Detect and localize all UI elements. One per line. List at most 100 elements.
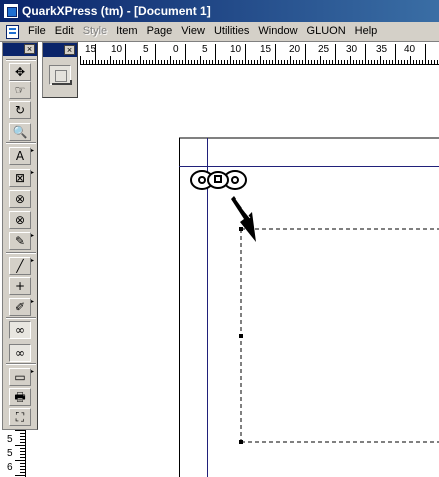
ruler-tick bbox=[425, 44, 426, 64]
ruler-tick bbox=[107, 60, 108, 64]
ruler-tick bbox=[305, 44, 306, 64]
circle-picture-box-tool-icon[interactable]: ⊗ bbox=[9, 211, 31, 229]
popout-indicator-icon: ▸ bbox=[30, 257, 34, 264]
library-palette-close-button[interactable]: × bbox=[64, 45, 75, 55]
bezier-picture-box-tool-icon[interactable]: ✎ ▸ bbox=[9, 232, 34, 250]
ruler-label: 5 bbox=[7, 434, 13, 445]
ruler-tick bbox=[341, 60, 342, 64]
line-tool-icon[interactable]: ╱ ▸ bbox=[9, 257, 34, 275]
horizontal-ruler[interactable]: 15 10 5 0 5 10 15 20 25 30 35 40 bbox=[80, 43, 439, 65]
ruler-label: 15 bbox=[260, 44, 272, 55]
library-palette-title-bar[interactable]: × bbox=[43, 43, 77, 57]
ruler-tick bbox=[377, 60, 378, 64]
rectangle-picture-box-tool-icon[interactable]: ⊠ ▸ bbox=[9, 169, 34, 187]
menu-edit[interactable]: Edit bbox=[55, 25, 74, 37]
ruler-tick bbox=[431, 60, 432, 64]
fit-tool-icon[interactable]: ⛶ bbox=[9, 408, 31, 426]
ruler-tick bbox=[434, 60, 435, 64]
ruler-tick bbox=[170, 56, 171, 64]
ruler-label: 10 bbox=[230, 44, 242, 55]
text-box-tool-icon[interactable]: A ▸ bbox=[9, 147, 34, 165]
ruler-label: 25 bbox=[318, 44, 330, 55]
vertical-ruler[interactable]: 5 5 6 bbox=[4, 430, 26, 477]
ruler-tick bbox=[359, 60, 360, 64]
ruler-tick bbox=[266, 60, 267, 64]
ruler-tick bbox=[395, 44, 396, 64]
text-box-handle[interactable] bbox=[239, 334, 243, 338]
line-tool-glyph: ╱ bbox=[16, 259, 24, 273]
orthogonal-line-tool-icon[interactable]: + bbox=[9, 277, 31, 295]
text-box-handle[interactable] bbox=[239, 227, 243, 231]
palette-separator bbox=[6, 59, 36, 61]
circle-picture-box-tool-glyph: ⊗ bbox=[14, 213, 26, 227]
ruler-tick bbox=[320, 56, 321, 64]
bezier-line-tool-icon[interactable]: ✐ ▸ bbox=[9, 298, 34, 316]
popout-indicator-icon: ▸ bbox=[30, 169, 34, 176]
ruler-tick bbox=[143, 60, 144, 64]
ruler-tick bbox=[401, 60, 402, 64]
menu-window[interactable]: Window bbox=[258, 25, 297, 37]
ruler-tick bbox=[134, 60, 135, 64]
menu-item[interactable]: Item bbox=[116, 25, 137, 37]
library-icon[interactable] bbox=[49, 65, 72, 85]
oval-picture-box-tool-icon[interactable]: ⊗ bbox=[9, 190, 31, 208]
ruler-tick bbox=[116, 60, 117, 64]
rotation-tool-glyph: ↻ bbox=[14, 103, 26, 117]
ruler-tick bbox=[254, 60, 255, 64]
ruler-tick bbox=[236, 60, 237, 64]
ruler-tick bbox=[272, 60, 273, 64]
ruler-label: 10 bbox=[111, 44, 123, 55]
text-box[interactable] bbox=[239, 227, 439, 444]
ruler-label: 40 bbox=[404, 44, 416, 55]
tool-palette-title-bar[interactable]: × bbox=[3, 43, 37, 56]
content-tool-icon[interactable]: ☞ bbox=[9, 81, 31, 99]
ruler-tick bbox=[188, 60, 189, 64]
ruler-tick bbox=[173, 60, 174, 64]
ruler-tick bbox=[167, 60, 168, 64]
ruler-tick bbox=[20, 442, 25, 443]
document-canvas[interactable] bbox=[80, 66, 439, 477]
menu-help[interactable]: Help bbox=[355, 25, 378, 37]
ruler-tick bbox=[287, 60, 288, 64]
bezier-line-tool-glyph: ✐ bbox=[14, 300, 26, 314]
ruler-tick bbox=[20, 436, 25, 437]
ruler-tick bbox=[206, 60, 207, 64]
menu-utilities[interactable]: Utilities bbox=[214, 25, 249, 37]
ruler-tick bbox=[338, 60, 339, 64]
ruler-tick bbox=[92, 60, 93, 64]
tool-palette: × ✥ ☞ ↻ 🔍 A ▸ ⊠ ▸ ⊗ ⊗ ✎ ▸ ╱ ▸ + ✐ ▸ ∞ ∞ ▭ ▸ 🖶 ⛶ bbox=[2, 42, 38, 430]
ruler-tick bbox=[329, 60, 330, 64]
ruler-tick bbox=[248, 60, 249, 64]
item-tool-icon[interactable]: ✥ bbox=[9, 63, 31, 81]
tool-palette-close-button[interactable]: × bbox=[24, 44, 35, 54]
window-title-bar[interactable]: QuarkXPress (tm) - [Document 1] bbox=[0, 0, 439, 22]
popout-indicator-icon: ▸ bbox=[30, 147, 34, 154]
zoom-tool-icon[interactable]: 🔍 bbox=[9, 123, 31, 141]
quarkxpress-app-icon[interactable] bbox=[3, 3, 19, 19]
orthogonal-line-tool-glyph: + bbox=[14, 279, 26, 293]
ruler-tick bbox=[152, 60, 153, 64]
menu-style[interactable]: Style bbox=[83, 25, 107, 37]
linking-tool-icon[interactable]: ∞ bbox=[9, 321, 31, 339]
menu-view[interactable]: View bbox=[181, 25, 205, 37]
ruler-tick bbox=[161, 60, 162, 64]
ruler-tick bbox=[125, 44, 126, 64]
ruler-tick bbox=[380, 56, 381, 64]
menu-gluon[interactable]: GLUON bbox=[307, 25, 346, 37]
ruler-tick bbox=[263, 60, 264, 64]
item-tool-glyph: ✥ bbox=[14, 65, 26, 79]
menu-file[interactable]: File bbox=[28, 25, 46, 37]
print-tool-icon[interactable]: 🖶 bbox=[9, 388, 31, 406]
document-icon[interactable] bbox=[6, 25, 19, 39]
table-tool-icon[interactable]: ▭ ▸ bbox=[9, 368, 34, 386]
ruler-tick bbox=[203, 60, 204, 64]
ruler-tick bbox=[251, 60, 252, 64]
text-box-handle[interactable] bbox=[239, 440, 243, 444]
menu-page[interactable]: Page bbox=[147, 25, 173, 37]
unlinking-tool-icon[interactable]: ∞ bbox=[9, 344, 31, 362]
ruler-tick bbox=[317, 60, 318, 64]
rotation-tool-icon[interactable]: ↻ bbox=[9, 101, 31, 119]
ruler-tick bbox=[20, 463, 25, 464]
ruler-tick bbox=[149, 60, 150, 64]
ruler-tick bbox=[260, 56, 261, 64]
